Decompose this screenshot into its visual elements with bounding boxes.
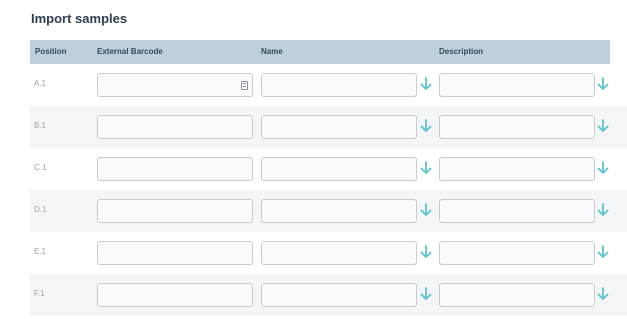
name-input[interactable] <box>261 115 417 139</box>
name-input[interactable] <box>261 157 417 181</box>
column-header-position: Position <box>35 47 67 56</box>
name-input[interactable] <box>261 73 417 97</box>
table-row: E.1 <box>30 232 627 274</box>
name-input[interactable] <box>261 199 417 223</box>
import-samples-page: Import samples Position External Barcode… <box>0 0 627 319</box>
name-input[interactable] <box>261 283 417 307</box>
row-position: F.1 <box>34 289 45 298</box>
fill-down-name-arrow-icon[interactable] <box>420 161 432 175</box>
table-row: B.1 <box>30 106 627 148</box>
description-input[interactable] <box>439 199 595 223</box>
fill-down-name-arrow-icon[interactable] <box>420 287 432 301</box>
external-barcode-input[interactable] <box>97 283 253 307</box>
table-row: F.1 <box>30 274 627 316</box>
row-position: A.1 <box>34 79 47 88</box>
name-input[interactable] <box>261 241 417 265</box>
fill-down-name-arrow-icon[interactable] <box>420 203 432 217</box>
fill-down-description-arrow-icon[interactable] <box>597 287 609 301</box>
fill-down-description-arrow-icon[interactable] <box>597 245 609 259</box>
table-row: D.1 <box>30 190 627 232</box>
row-position: E.1 <box>34 247 47 256</box>
table-row: A.1 <box>30 64 627 106</box>
external-barcode-input[interactable] <box>97 115 253 139</box>
description-input[interactable] <box>439 283 595 307</box>
fill-down-description-arrow-icon[interactable] <box>597 119 609 133</box>
fill-down-name-arrow-icon[interactable] <box>420 77 432 91</box>
description-input[interactable] <box>439 73 595 97</box>
table-header: Position External Barcode Name Descripti… <box>30 40 610 64</box>
fill-down-description-arrow-icon[interactable] <box>597 161 609 175</box>
fill-down-description-arrow-icon[interactable] <box>597 77 609 91</box>
column-header-name: Name <box>261 47 283 56</box>
row-position: C.1 <box>34 163 47 172</box>
samples-table: Position External Barcode Name Descripti… <box>30 40 627 319</box>
description-input[interactable] <box>439 115 595 139</box>
row-position: B.1 <box>34 121 47 130</box>
table-row: C.1 <box>30 148 627 190</box>
external-barcode-input[interactable] <box>97 199 253 223</box>
fill-down-name-arrow-icon[interactable] <box>420 245 432 259</box>
description-input[interactable] <box>439 241 595 265</box>
fill-down-description-arrow-icon[interactable] <box>597 203 609 217</box>
row-position: D.1 <box>34 205 47 214</box>
barcode-scan-icon[interactable] <box>241 81 248 90</box>
column-header-external-barcode: External Barcode <box>97 47 163 56</box>
page-title: Import samples <box>31 11 128 26</box>
external-barcode-input[interactable] <box>97 157 253 181</box>
fill-down-name-arrow-icon[interactable] <box>420 119 432 133</box>
external-barcode-input[interactable] <box>97 73 253 97</box>
external-barcode-input[interactable] <box>97 241 253 265</box>
description-input[interactable] <box>439 157 595 181</box>
column-header-description: Description <box>439 47 484 56</box>
